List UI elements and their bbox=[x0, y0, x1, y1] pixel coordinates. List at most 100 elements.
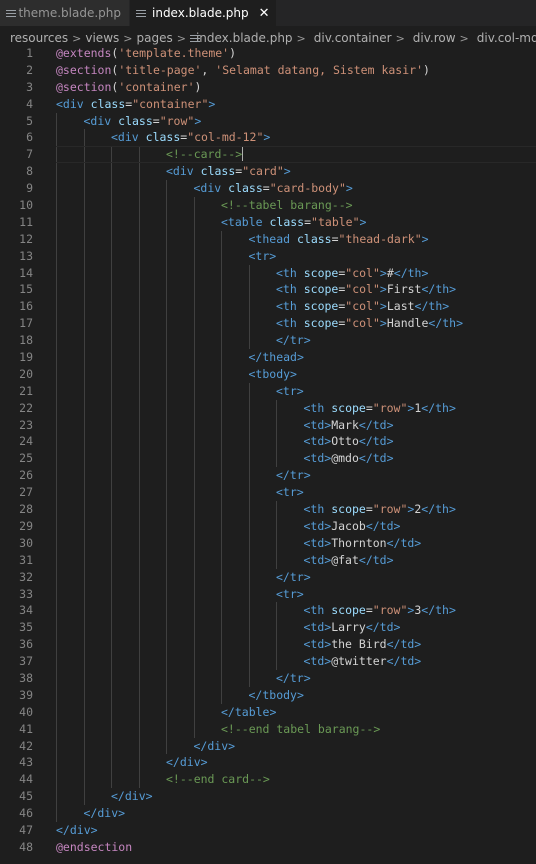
code-line[interactable]: 13 <tr> bbox=[0, 247, 536, 265]
code-token: "card" bbox=[242, 164, 284, 179]
breadcrumb-item-div-container[interactable]: div.container bbox=[314, 31, 392, 45]
breadcrumb-item-resources[interactable]: resources bbox=[10, 31, 68, 45]
code-text: </thead> bbox=[249, 349, 304, 366]
code-line[interactable]: 46 </div> bbox=[0, 805, 536, 822]
code-token: class bbox=[269, 214, 305, 229]
indent-guide bbox=[221, 551, 222, 569]
indent-guide bbox=[56, 619, 57, 637]
code-line[interactable]: 10 <!--tabel barang--> bbox=[0, 197, 536, 214]
code-line[interactable]: 2 @section('title-page', 'Selamat datang,… bbox=[0, 62, 536, 79]
line-number: 20 bbox=[19, 366, 33, 381]
indent-guide bbox=[111, 737, 112, 755]
code-line[interactable]: 38 </tr> bbox=[0, 669, 536, 687]
code-line[interactable]: 30 <td>Thornton</td> bbox=[0, 534, 536, 552]
code-line[interactable]: 18 </tr> bbox=[0, 332, 536, 350]
code-line[interactable]: 6 <div class="col-md-12"> bbox=[0, 129, 536, 147]
code-line[interactable]: 25 <td>@mdo</td> bbox=[0, 450, 536, 468]
indent-guide bbox=[221, 653, 222, 670]
line-number: 38 bbox=[19, 670, 33, 685]
breadcrumb-item-div-col[interactable]: div.col-md-12 bbox=[477, 31, 536, 45]
code-line[interactable]: 33 <tr> bbox=[0, 585, 536, 603]
code-line[interactable]: 39 </tbody> bbox=[0, 686, 536, 704]
indent-guide bbox=[111, 163, 112, 181]
code-line[interactable]: 11 <table class="table"> bbox=[0, 213, 536, 231]
indent-guide bbox=[83, 230, 85, 248]
code-line[interactable]: 47 </div> bbox=[0, 822, 536, 839]
code-line[interactable]: 43 </div> bbox=[0, 754, 536, 772]
indent-guide bbox=[56, 771, 57, 789]
code-token: Otto bbox=[331, 434, 359, 449]
breadcrumb-item-div-row[interactable]: div.row bbox=[413, 31, 456, 45]
code-token: <th bbox=[303, 502, 325, 517]
close-icon[interactable]: ✕ bbox=[259, 7, 270, 20]
code-line[interactable]: 12 <thead class="thead-dark"> bbox=[0, 230, 536, 248]
indent-guide bbox=[166, 686, 167, 704]
tab-index-blade[interactable]: index.blade.php ✕ bbox=[130, 0, 276, 26]
code-text: <div class="col-md-12"> bbox=[111, 129, 270, 146]
indent-guide bbox=[248, 298, 250, 316]
indent-guide bbox=[56, 534, 57, 552]
code-line[interactable]: 16 <th scope="col">Last</th> bbox=[0, 298, 536, 316]
code-line[interactable]: 14 <th scope="col">#</th> bbox=[0, 264, 536, 282]
indent-guide bbox=[56, 349, 57, 366]
indent-guide bbox=[111, 264, 112, 282]
code-line[interactable]: 32 </tr> bbox=[0, 568, 536, 586]
code-line[interactable]: 31 <td>@fat</td> bbox=[0, 551, 536, 569]
code-line[interactable]: 34 <th scope="row">3</th> bbox=[0, 602, 536, 620]
code-line[interactable]: 40 </table> bbox=[0, 703, 536, 721]
tab-theme-blade[interactable]: theme.blade.php bbox=[0, 0, 130, 26]
code-line[interactable]: 27 <tr> bbox=[0, 484, 536, 502]
breadcrumb-item-pages[interactable]: pages bbox=[136, 31, 172, 45]
code-text: </tr> bbox=[276, 569, 311, 586]
code-line[interactable]: 26 </tr> bbox=[0, 467, 536, 485]
breadcrumb-item-file[interactable]: index.blade.php bbox=[196, 31, 293, 45]
code-text: <th scope="col">First</th> bbox=[276, 281, 456, 298]
code-line[interactable]: 5 <div class="row"> bbox=[0, 112, 536, 130]
code-editor[interactable]: 1 @extends('template.theme') 2 @section('ti… bbox=[0, 45, 536, 864]
breadcrumb-item-views[interactable]: views bbox=[85, 31, 119, 45]
code-token: <table bbox=[221, 214, 263, 229]
indent-guide bbox=[221, 281, 222, 299]
code-line[interactable]: 1 @extends('template.theme') bbox=[0, 45, 536, 62]
indent-guide bbox=[83, 703, 85, 721]
code-line[interactable]: 36 <td>the Bird</td> bbox=[0, 636, 536, 654]
code-line[interactable]: 42 </div> bbox=[0, 737, 536, 755]
line-number: 3 bbox=[26, 79, 33, 94]
code-line[interactable]: 17 <th scope="col">Handle</th> bbox=[0, 315, 536, 333]
code-line[interactable]: 22 <th scope="row">1</th> bbox=[0, 399, 536, 417]
indent-guide bbox=[56, 788, 57, 806]
code-text: <th scope="col">Handle</th> bbox=[276, 315, 463, 332]
code-line[interactable]: 48 @endsection bbox=[0, 839, 536, 856]
code-token: ) bbox=[229, 46, 237, 60]
indent-guide bbox=[166, 568, 167, 586]
code-line[interactable]: 21 <tr> bbox=[0, 382, 536, 400]
code-line[interactable]: 19 </thead> bbox=[0, 349, 536, 366]
code-token: 'title-page' bbox=[118, 62, 202, 77]
code-line[interactable]: 4 <div class="container"> bbox=[0, 96, 536, 113]
code-line[interactable]: 20 <tbody> bbox=[0, 365, 536, 383]
indent-guide bbox=[56, 517, 57, 535]
indent-guide bbox=[248, 433, 250, 451]
code-line[interactable]: 24 <td>Otto</td> bbox=[0, 433, 536, 451]
indent-guide bbox=[166, 517, 167, 535]
code-line[interactable]: 23 <td>Mark</td> bbox=[0, 416, 536, 434]
code-line[interactable]: 7 <!--card--> bbox=[0, 146, 536, 164]
code-line[interactable]: 3 @section('container') bbox=[0, 79, 536, 96]
code-line[interactable]: 15 <th scope="col">First</th> bbox=[0, 281, 536, 299]
indent-guide bbox=[248, 382, 250, 400]
indent-guide bbox=[193, 315, 195, 333]
indent-guide bbox=[138, 163, 140, 181]
code-line[interactable]: 9 <div class="card-body"> bbox=[0, 180, 536, 198]
code-line[interactable]: 28 <th scope="row">2</th> bbox=[0, 501, 536, 518]
indent-guide bbox=[83, 653, 85, 670]
indent-guide bbox=[83, 551, 85, 569]
indent-guide bbox=[138, 467, 140, 485]
code-line[interactable]: 41 <!--end tabel barang--> bbox=[0, 720, 536, 738]
code-line[interactable]: 35 <td>Larry</td> bbox=[0, 619, 536, 637]
code-line[interactable]: 45 </div> bbox=[0, 788, 536, 806]
code-line[interactable]: 37 <td>@twitter</td> bbox=[0, 653, 536, 670]
code-line[interactable]: 44 <!--end card--> bbox=[0, 771, 536, 789]
code-line[interactable]: 29 <td>Jacob</td> bbox=[0, 517, 536, 535]
code-line[interactable]: 8 <div class="card"> bbox=[0, 163, 536, 181]
